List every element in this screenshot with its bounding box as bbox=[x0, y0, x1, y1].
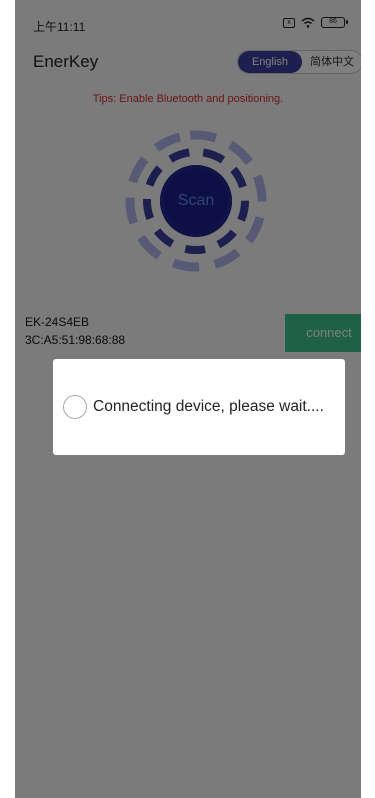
loading-message: Connecting device, please wait.... bbox=[93, 398, 324, 415]
app-screen: 上午11:11 x 86 EnerKey English 简体中文 Tips: … bbox=[15, 0, 361, 798]
loading-dialog: Connecting device, please wait.... bbox=[53, 359, 345, 455]
loading-spinner-icon bbox=[63, 395, 87, 419]
